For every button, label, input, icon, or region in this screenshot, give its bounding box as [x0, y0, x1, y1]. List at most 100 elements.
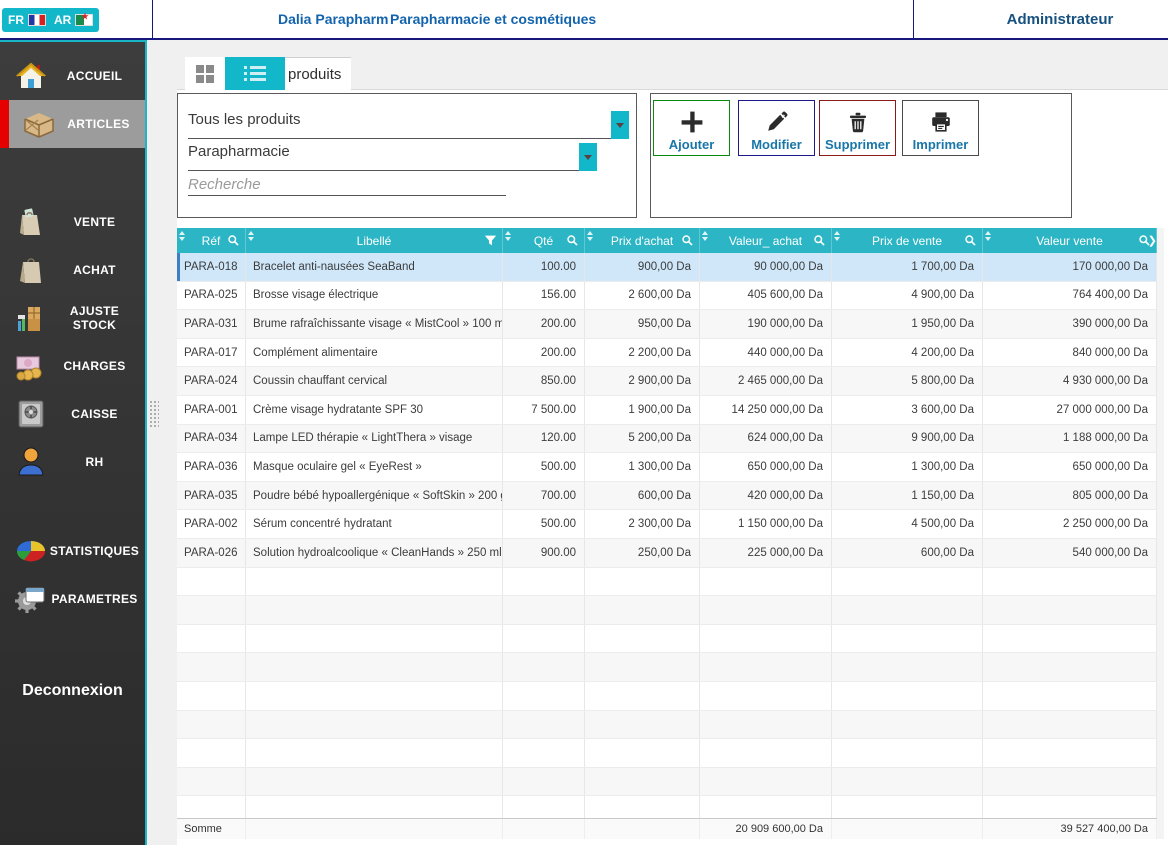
- tab-list-view[interactable]: [225, 57, 285, 90]
- column-header-label: Qté: [534, 234, 553, 248]
- search-icon[interactable]: [813, 234, 826, 250]
- empty-cell: [585, 625, 700, 653]
- trash-icon: [846, 107, 870, 137]
- empty-cell: [177, 796, 246, 818]
- empty-cell: [585, 682, 700, 710]
- cell-ref: PARA-001: [177, 396, 246, 424]
- sidebar-item-articles[interactable]: ARTICLES: [0, 100, 145, 148]
- table-row[interactable]: PARA-025Brosse visage électrique156.002 …: [177, 282, 1157, 311]
- sort-arrows-icon[interactable]: [587, 231, 593, 241]
- sidebar-item-statistiques[interactable]: STATISTIQUES: [0, 527, 145, 575]
- edit-button[interactable]: Modifier: [738, 100, 815, 156]
- category-filter-dropdown[interactable]: Parapharmacie: [188, 143, 290, 160]
- empty-table-row: [177, 768, 1157, 797]
- sidebar-item-charges[interactable]: CHARGES: [0, 342, 145, 390]
- cell-prix-vente: 1 300,00 Da: [832, 453, 983, 481]
- column-header-prix-de-vente[interactable]: Prix de vente: [832, 228, 983, 253]
- add-button[interactable]: Ajouter: [653, 100, 730, 156]
- logout-button[interactable]: Deconnexion: [0, 682, 145, 700]
- sort-arrows-icon[interactable]: [179, 231, 185, 241]
- table-row[interactable]: PARA-001Crème visage hydratante SPF 307 …: [177, 396, 1157, 425]
- sort-arrows-icon[interactable]: [834, 231, 840, 241]
- table-row[interactable]: PARA-026Solution hydroalcoolique « Clean…: [177, 539, 1157, 568]
- app-title: Dalia Parapharm: [278, 11, 389, 27]
- sidebar-item-parametres[interactable]: PARAMETRES: [0, 575, 145, 623]
- user-role-label: Administrateur: [960, 11, 1160, 28]
- search-icon[interactable]: [227, 234, 240, 250]
- table-row[interactable]: PARA-017Complément alimentaire200.002 20…: [177, 339, 1157, 368]
- sidebar-item-label: CHARGES: [48, 359, 145, 373]
- language-fr-button[interactable]: FR: [2, 8, 52, 32]
- sort-arrows-icon[interactable]: [702, 231, 708, 241]
- cell-prix-vente: 1 700,00 Da: [832, 253, 983, 281]
- empty-cell: [700, 596, 832, 624]
- empty-cell: [246, 625, 503, 653]
- cell-ref: PARA-017: [177, 339, 246, 367]
- table-summary-row: Somme20 909 600,00 Da39 527 400,00 Da: [177, 818, 1157, 839]
- column-header-libell-[interactable]: Libellé: [246, 228, 503, 253]
- print-button[interactable]: Imprimer: [902, 100, 979, 156]
- cell-valeur-vente: 540 000,00 Da: [983, 539, 1157, 567]
- table-row[interactable]: PARA-031Brume rafraîchissante visage « M…: [177, 310, 1157, 339]
- filter-icon[interactable]: [484, 234, 497, 250]
- delete-button[interactable]: Supprimer: [819, 100, 896, 156]
- cell-prix-vente: 600,00 Da: [832, 539, 983, 567]
- column-header-valeur-vente[interactable]: Valeur vente❯: [983, 228, 1157, 253]
- table-row[interactable]: PARA-035Poudre bébé hypoallergénique « S…: [177, 482, 1157, 511]
- empty-table-row: [177, 739, 1157, 768]
- search-input[interactable]: [188, 174, 506, 196]
- cell-ref: PARA-036: [177, 453, 246, 481]
- product-filter-dropdown-button[interactable]: [611, 111, 629, 139]
- sidebar-item-accueil[interactable]: ACCUEIL: [0, 52, 145, 100]
- empty-cell: [832, 596, 983, 624]
- table-row[interactable]: PARA-018Bracelet anti-nausées SeaBand100…: [177, 253, 1157, 282]
- cell-valeur-achat: 190 000,00 Da: [700, 310, 832, 338]
- empty-cell: [700, 625, 832, 653]
- sidebar-item-rh[interactable]: RH: [0, 438, 145, 486]
- sale-bag-icon: [14, 205, 48, 239]
- tab-produits[interactable]: produits: [285, 57, 351, 90]
- column-header-prix-d-achat[interactable]: Prix d'achat: [585, 228, 700, 253]
- search-icon[interactable]: [681, 234, 694, 250]
- tab-grid-view[interactable]: [185, 57, 225, 90]
- sidebar-item-achat[interactable]: ACHAT: [0, 246, 145, 294]
- person-icon: [14, 445, 48, 479]
- actions-groupbox: Ajouter Modifier Supprimer Imprimer: [650, 93, 1072, 218]
- empty-cell: [177, 653, 246, 681]
- search-icon[interactable]: [964, 234, 977, 250]
- cell-libelle: Brosse visage électrique: [246, 282, 503, 310]
- table-row[interactable]: PARA-024Coussin chauffant cervical850.00…: [177, 367, 1157, 396]
- chevron-right-icon[interactable]: ❯: [1148, 234, 1157, 247]
- empty-cell: [503, 596, 585, 624]
- table-row[interactable]: PARA-034Lampe LED thérapie « LightThera …: [177, 425, 1157, 454]
- product-filter-value: Tous les produits: [188, 111, 301, 128]
- sort-arrows-icon[interactable]: [985, 231, 991, 241]
- splitter-handle[interactable]: [149, 400, 159, 428]
- sort-arrows-icon[interactable]: [505, 231, 511, 241]
- column-header-valeur-achat[interactable]: Valeur_ achat: [700, 228, 832, 253]
- empty-cell: [832, 682, 983, 710]
- vertical-scrollbar[interactable]: [1157, 228, 1164, 839]
- empty-cell: [177, 625, 246, 653]
- topbar-divider: [152, 0, 153, 38]
- table-body: PARA-018Bracelet anti-nausées SeaBand100…: [177, 253, 1157, 818]
- table-row[interactable]: PARA-002Sérum concentré hydratant500.002…: [177, 510, 1157, 539]
- sidebar-item-ajuste-stock[interactable]: AJUSTE STOCK: [0, 294, 145, 342]
- product-filter-dropdown[interactable]: Tous les produits: [188, 111, 301, 128]
- search-icon[interactable]: [566, 234, 579, 250]
- column-header-qt-[interactable]: Qté: [503, 228, 585, 253]
- sort-arrows-icon[interactable]: [248, 231, 254, 241]
- algeria-flag-icon: [75, 14, 93, 26]
- cell-libelle: Coussin chauffant cervical: [246, 367, 503, 395]
- category-filter-dropdown-button[interactable]: [579, 143, 597, 171]
- sidebar-item-caisse[interactable]: CAISSE: [0, 390, 145, 438]
- sidebar-item-vente[interactable]: VENTE: [0, 198, 145, 246]
- column-header-r-f[interactable]: Réf: [177, 228, 246, 253]
- language-ar-button[interactable]: AR: [48, 8, 99, 32]
- empty-cell: [246, 596, 503, 624]
- sidebar-item-label: RH: [48, 455, 145, 469]
- purchase-bag-icon: [14, 253, 48, 287]
- empty-table-row: [177, 711, 1157, 740]
- column-header-label: Prix de vente: [872, 234, 942, 248]
- table-row[interactable]: PARA-036Masque oculaire gel « EyeRest »5…: [177, 453, 1157, 482]
